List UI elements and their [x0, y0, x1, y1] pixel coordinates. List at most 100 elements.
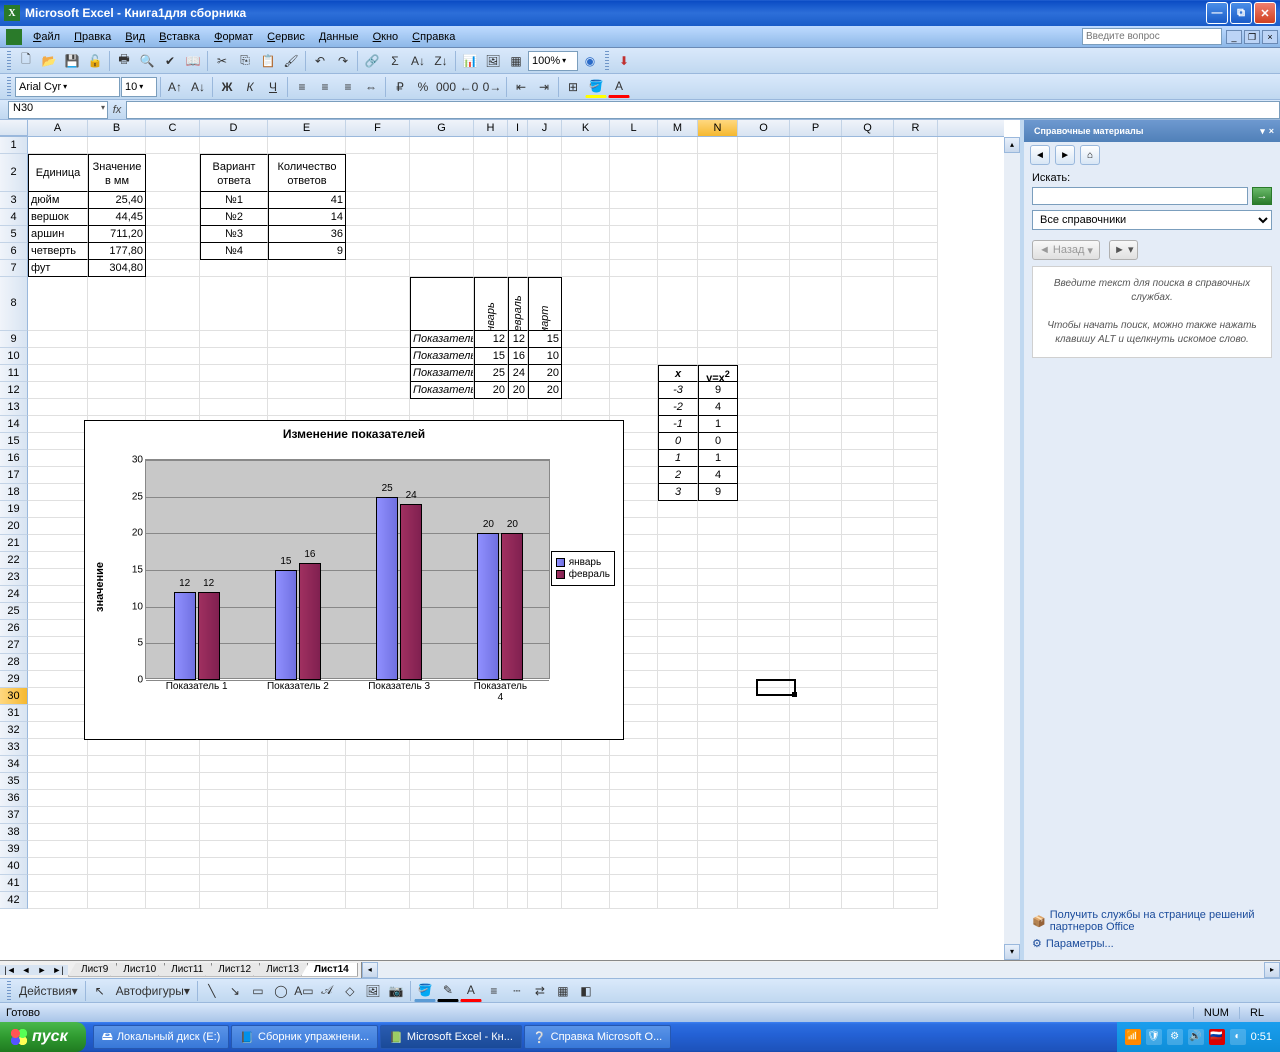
task-pane-header[interactable]: Справочные материалы ▾× — [1024, 120, 1280, 142]
tray-icon[interactable]: 📶 — [1125, 1029, 1141, 1045]
cell[interactable]: y=x2 — [698, 365, 738, 382]
cell[interactable]: январь — [474, 277, 508, 331]
col-header[interactable]: B — [88, 120, 146, 136]
nav-forward-icon[interactable]: ► — [1055, 145, 1075, 165]
name-box[interactable]: N30 — [8, 101, 108, 119]
comma-icon[interactable]: 000 — [435, 76, 457, 98]
col-header[interactable]: R — [894, 120, 938, 136]
arrow-style-icon[interactable]: ⇄ — [529, 980, 551, 1002]
preview-icon[interactable]: 🔍 — [136, 50, 158, 72]
cell[interactable]: 20 — [508, 382, 528, 399]
search-input[interactable] — [1032, 187, 1248, 205]
doc-minimize-button[interactable]: _ — [1226, 30, 1242, 44]
toolbar-grip-4[interactable] — [7, 981, 11, 1001]
back-button[interactable]: ◄ Назад ▾ — [1032, 240, 1100, 260]
font-color-icon[interactable]: A — [608, 76, 630, 98]
percent-icon[interactable]: % — [412, 76, 434, 98]
line-color-icon[interactable]: ✎ — [437, 980, 459, 1002]
cell[interactable]: Значение в мм — [88, 154, 146, 192]
chart-object[interactable]: Изменение показателей значение 051015202… — [84, 420, 624, 740]
pdf-icon[interactable]: ⬇ — [613, 50, 635, 72]
menu-data[interactable]: Данные — [312, 29, 366, 45]
spelling-icon[interactable]: ✔ — [159, 50, 181, 72]
menu-file[interactable]: Файл — [26, 29, 67, 45]
increase-font-icon[interactable]: A↑ — [164, 76, 186, 98]
cell[interactable]: 0 — [698, 433, 738, 450]
cell[interactable]: фут — [28, 260, 88, 277]
cell[interactable]: 24 — [508, 365, 528, 382]
decrease-decimal-icon[interactable]: 0→ — [481, 76, 503, 98]
increase-indent-icon[interactable]: ⇥ — [533, 76, 555, 98]
cell[interactable]: 1 — [658, 450, 698, 467]
cell[interactable]: дюйм — [28, 192, 88, 209]
oval-icon[interactable]: ◯ — [270, 980, 292, 1002]
font-color-icon2[interactable]: A — [460, 980, 482, 1002]
col-header[interactable]: C — [146, 120, 200, 136]
align-right-icon[interactable]: ≡ — [337, 76, 359, 98]
doc-restore-button[interactable]: ❐ — [1244, 30, 1260, 44]
tray-lang-icon[interactable]: 🇷🇺 — [1209, 1029, 1225, 1045]
undo-icon[interactable]: ↶ — [309, 50, 331, 72]
source-select[interactable]: Все справочники — [1032, 210, 1272, 230]
diagram-icon[interactable]: ◇ — [339, 980, 361, 1002]
cell[interactable]: 25,40 — [88, 192, 146, 209]
scroll-up-icon[interactable]: ▴ — [1004, 137, 1020, 153]
cell[interactable]: 9 — [698, 484, 738, 501]
tab-prev-icon[interactable]: ◄ — [18, 965, 34, 975]
cell[interactable]: 44,45 — [88, 209, 146, 226]
cell[interactable]: 9 — [698, 382, 738, 399]
sheet-tab[interactable]: Лист11 — [158, 963, 212, 977]
toolbar-grip-2[interactable] — [605, 51, 609, 71]
start-button[interactable]: пуск — [0, 1022, 86, 1052]
system-tray[interactable]: 📶 🛡 ⚙ 🔊 🇷🇺 ◐ 0:51 — [1117, 1022, 1280, 1052]
cell[interactable]: -1 — [658, 416, 698, 433]
control-icon[interactable] — [6, 29, 22, 45]
sheet-tab[interactable]: Лист12 — [205, 963, 260, 977]
minimize-button[interactable]: — — [1206, 2, 1228, 24]
paste-icon[interactable]: 📋 — [257, 50, 279, 72]
cut-icon[interactable]: ✂ — [211, 50, 233, 72]
cell[interactable]: 1 — [698, 450, 738, 467]
cell[interactable]: 20 — [528, 382, 562, 399]
maximize-button[interactable]: ⧉ — [1230, 2, 1252, 24]
font-size-combo[interactable]: 10▾ — [121, 77, 157, 97]
cell[interactable]: x — [658, 365, 698, 382]
sort-asc-icon[interactable]: A↓ — [407, 50, 429, 72]
ask-question-box[interactable] — [1082, 28, 1222, 45]
line-style-icon[interactable]: ≡ — [483, 980, 505, 1002]
toolbar-grip[interactable] — [7, 51, 11, 71]
task-pane-menu-icon[interactable]: ▾ — [1260, 126, 1265, 137]
cell[interactable]: 16 — [508, 348, 528, 365]
clock[interactable]: 0:51 — [1251, 1031, 1272, 1043]
scroll-down-icon[interactable]: ▾ — [1004, 944, 1020, 960]
chart-icon[interactable]: 📊 — [459, 50, 481, 72]
align-center-icon[interactable]: ≡ — [314, 76, 336, 98]
col-header[interactable]: J — [528, 120, 562, 136]
tab-next-icon[interactable]: ► — [34, 965, 50, 975]
cell[interactable]: 15 — [474, 348, 508, 365]
decrease-indent-icon[interactable]: ⇤ — [510, 76, 532, 98]
italic-icon[interactable]: К — [239, 76, 261, 98]
sheet-tab[interactable]: Лист10 — [110, 963, 165, 977]
sum-icon[interactable]: Σ — [384, 50, 406, 72]
cell[interactable]: Показатель 2 — [410, 348, 474, 365]
pivot-icon[interactable]: ▦ — [505, 50, 527, 72]
picture-icon[interactable]: 📷 — [385, 980, 407, 1002]
cell[interactable]: №1 — [200, 192, 268, 209]
cell[interactable]: аршин — [28, 226, 88, 243]
select-icon[interactable]: ↖ — [89, 980, 111, 1002]
select-all[interactable] — [0, 120, 28, 136]
worksheet[interactable]: A B C D E F G H I J K L M N O P Q R — [0, 120, 1020, 960]
col-header[interactable]: G — [410, 120, 474, 136]
nav-back-icon[interactable]: ◄ — [1030, 145, 1050, 165]
textbox-icon[interactable]: A▭ — [293, 980, 315, 1002]
autoshapes-menu[interactable]: Автофигуры ▾ — [112, 980, 194, 1002]
tray-icon[interactable]: 🛡 — [1146, 1029, 1162, 1045]
fx-icon[interactable]: fx — [108, 104, 126, 116]
cell[interactable]: март — [528, 277, 562, 331]
cell[interactable]: Количество ответов — [268, 154, 346, 192]
task-pane-close-icon[interactable]: × — [1269, 126, 1274, 136]
zoom-combo[interactable]: 100%▾ — [528, 51, 578, 71]
cell[interactable]: 2 — [658, 467, 698, 484]
taskbar-item-active[interactable]: 📗 Microsoft Excel - Кн... — [380, 1025, 522, 1049]
